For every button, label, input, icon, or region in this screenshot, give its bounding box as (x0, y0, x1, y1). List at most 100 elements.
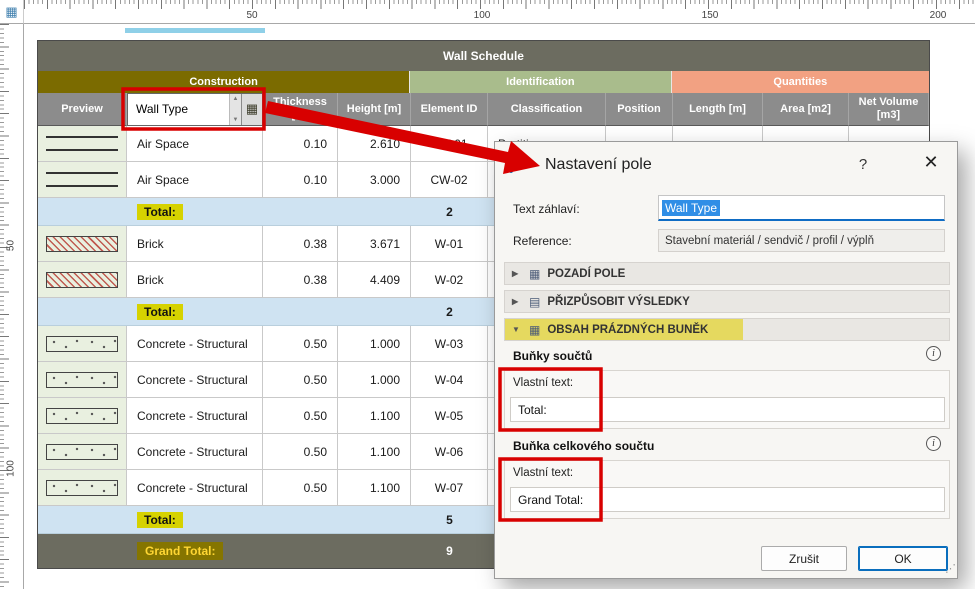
schedule-title: Wall Schedule (38, 41, 929, 71)
wall-type-cell[interactable]: Concrete - Structural (127, 470, 263, 506)
custom-text-label: Vlastní text: (513, 377, 574, 389)
height-cell[interactable]: 1.000 (338, 362, 411, 398)
info-icon[interactable]: i (926, 346, 941, 361)
wall-preview (46, 371, 118, 388)
group-identification[interactable]: Identification (410, 71, 672, 93)
element-id-cell[interactable]: W-05 (411, 398, 488, 434)
section-field-background[interactable]: ▶ ▦ POZADÍ POLE (504, 262, 950, 285)
element-id-cell[interactable]: CW-02 (411, 162, 488, 198)
preview-cell (38, 506, 127, 534)
height-cell[interactable]: 1.100 (338, 470, 411, 506)
height-cell[interactable]: 3.000 (338, 162, 411, 198)
ruler-label: 100 (5, 460, 17, 477)
thickness-cell[interactable]: 0.38 (263, 226, 338, 262)
thickness-cell[interactable]: 0.50 (263, 398, 338, 434)
column-header-position[interactable]: Position (606, 93, 673, 126)
section-label: OBSAH PRÁZDNÝCH BUNĚK (547, 323, 709, 336)
column-header-area[interactable]: Area [m2] (763, 93, 849, 126)
chevron-right-icon: ▶ (512, 297, 519, 306)
column-reorder-spinner[interactable]: ▲ ▼ (229, 94, 241, 125)
header-text-input[interactable]: Wall Type (658, 195, 945, 221)
ok-button[interactable]: OK (858, 546, 948, 571)
column-header-preview[interactable]: Preview (38, 93, 127, 126)
preview-cell (38, 198, 127, 226)
thickness-cell[interactable]: 0.10 (263, 126, 338, 162)
height-cell[interactable]: 4.409 (338, 262, 411, 298)
close-button[interactable]: ✕ (919, 152, 943, 173)
element-id-cell[interactable]: W-04 (411, 362, 488, 398)
field-settings-button[interactable]: ▦ (241, 94, 262, 125)
element-id-cell[interactable]: W-07 (411, 470, 488, 506)
vertical-ruler[interactable]: 50 100 (0, 24, 24, 589)
grand-total-custom-text-input[interactable]: Grand Total: (510, 487, 945, 512)
height-cell[interactable]: 3.671 (338, 226, 411, 262)
section-customize-results[interactable]: ▶ ▤ PŘIZPŮSOBIT VÝSLEDKY (504, 290, 950, 313)
thickness-cell[interactable]: 0.50 (263, 326, 338, 362)
ruler-label: 50 (246, 10, 258, 21)
sum-custom-text-input[interactable]: Total: (510, 397, 945, 422)
column-header-classification[interactable]: Classification (488, 93, 606, 126)
field-settings-dialog: Nastavení pole ? ✕ Text záhlaví: Wall Ty… (494, 141, 958, 579)
height-cell[interactable]: 1.000 (338, 326, 411, 362)
thickness-cell[interactable]: 0.50 (263, 362, 338, 398)
group-quantities[interactable]: Quantities (671, 71, 930, 93)
thickness-cell[interactable]: 0.50 (263, 470, 338, 506)
column-header-net-volume[interactable]: Net Volume [m3] (849, 93, 929, 126)
reference-value: Stavební materiál / sendvič / profil / v… (658, 229, 945, 252)
element-id-cell[interactable]: W-01 (411, 226, 488, 262)
thickness-cell[interactable]: 0.38 (263, 262, 338, 298)
column-header-element-id[interactable]: Element ID (411, 93, 488, 126)
empty-cell (338, 506, 411, 534)
wall-type-cell[interactable]: Brick (127, 262, 263, 298)
resize-grip-icon[interactable]: ⋰ (945, 562, 956, 575)
spinner-down-icon[interactable]: ▼ (233, 117, 239, 123)
wall-type-cell[interactable]: Concrete - Structural (127, 326, 263, 362)
grand-total-label-cell: Grand Total: (127, 534, 263, 568)
horizontal-ruler[interactable]: 50 100 150 200 (0, 0, 975, 24)
preview-cell (38, 162, 127, 198)
wall-type-cell[interactable]: Brick (127, 226, 263, 262)
info-icon[interactable]: i (926, 436, 941, 451)
element-id-cell[interactable]: CW-01 (411, 126, 488, 162)
total-count: 2 (411, 298, 488, 326)
wall-type-cell[interactable]: Air Space (127, 162, 263, 198)
chevron-right-icon: ▶ (512, 269, 519, 278)
help-button[interactable]: ? (853, 156, 873, 173)
sum-cells-title: Buňky součtů (513, 349, 593, 363)
total-count: 2 (411, 198, 488, 226)
grand-total-cell-group: Vlastní text: Grand Total: (504, 460, 950, 519)
thickness-cell[interactable]: 0.50 (263, 434, 338, 470)
column-header-height[interactable]: Height [m] (338, 93, 411, 126)
preview-cell (38, 362, 127, 398)
wall-preview (46, 235, 118, 252)
wall-type-header-label: Wall Type (136, 101, 189, 116)
height-cell[interactable]: 1.100 (338, 434, 411, 470)
wall-type-cell[interactable]: Concrete - Structural (127, 362, 263, 398)
wall-preview (46, 443, 118, 460)
customize-results-icon: ▤ (529, 294, 541, 309)
preview-cell (38, 262, 127, 298)
header-text-value: Wall Type (662, 199, 721, 216)
total-label: Total: (137, 203, 183, 220)
archicad-logo-icon (509, 157, 535, 173)
element-id-cell[interactable]: W-06 (411, 434, 488, 470)
column-header-wall-type[interactable]: Wall Type ▲ ▼ ▦ (127, 93, 263, 126)
cancel-button[interactable]: Zrušit (761, 546, 847, 571)
grand-total-label: Grand Total: (137, 542, 224, 560)
thickness-cell[interactable]: 0.10 (263, 162, 338, 198)
element-id-cell[interactable]: W-03 (411, 326, 488, 362)
ruler-origin-icon[interactable]: ▦ (0, 0, 24, 24)
group-construction[interactable]: Construction (38, 71, 411, 93)
element-id-cell[interactable]: W-02 (411, 262, 488, 298)
wall-type-cell[interactable]: Concrete - Structural (127, 398, 263, 434)
column-header-length[interactable]: Length [m] (673, 93, 763, 126)
spinner-up-icon[interactable]: ▲ (233, 96, 239, 102)
wall-type-cell[interactable]: Air Space (127, 126, 263, 162)
column-header-thickness[interactable]: Thickness [m] (263, 93, 338, 126)
height-cell[interactable]: 2.610 (338, 126, 411, 162)
wall-preview (46, 172, 118, 187)
preview-cell (38, 398, 127, 434)
section-empty-cells-content[interactable]: ▼ ▦ OBSAH PRÁZDNÝCH BUNĚK (504, 318, 950, 341)
wall-type-cell[interactable]: Concrete - Structural (127, 434, 263, 470)
height-cell[interactable]: 1.100 (338, 398, 411, 434)
